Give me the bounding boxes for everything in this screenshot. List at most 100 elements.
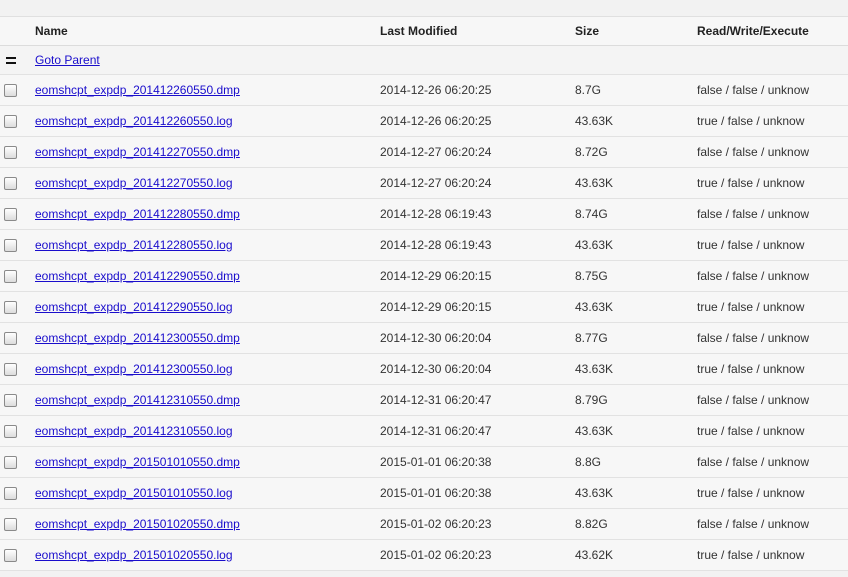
last-modified-cell: 2014-12-28 06:19:43 (380, 229, 575, 261)
row-checkbox[interactable] (4, 332, 17, 346)
permissions-cell: false / false / unknow (697, 508, 848, 540)
size-cell: 43.63K (575, 353, 697, 385)
size-cell: 8.79G (575, 384, 697, 416)
file-name-link[interactable]: eomshcpt_expdp_201501010550.dmp (35, 455, 240, 469)
last-modified-cell: 2014-12-31 06:20:47 (380, 384, 575, 416)
file-name-link[interactable]: eomshcpt_expdp_201412270550.dmp (35, 145, 240, 159)
row-select-cell (0, 353, 35, 385)
permissions-cell: true / false / unknow (697, 353, 848, 385)
file-name-cell: eomshcpt_expdp_201501010550.dmp (35, 446, 380, 478)
table-row: eomshcpt_expdp_201412300550.dmp 2014-12-3… (0, 322, 848, 354)
permissions-cell: false / false / unknow (697, 446, 848, 478)
table-row: eomshcpt_expdp_201501010550.dmp 2015-01-0… (0, 446, 848, 478)
size-cell: 43.62K (575, 539, 697, 571)
file-name-link[interactable]: eomshcpt_expdp_201412260550.dmp (35, 83, 240, 97)
header-name[interactable]: Name (35, 17, 380, 46)
file-name-link[interactable]: eomshcpt_expdp_201412300550.log (35, 362, 233, 376)
row-checkbox[interactable] (4, 177, 17, 191)
size-cell: 43.63K (575, 105, 697, 137)
permissions-cell: true / false / unknow (697, 105, 848, 137)
size-cell: 8.72G (575, 136, 697, 168)
table-row: eomshcpt_expdp_201501020550.dmp 2015-01-0… (0, 508, 848, 540)
table-row: eomshcpt_expdp_201412280550.dmp 2014-12-2… (0, 198, 848, 230)
table-row: eomshcpt_expdp_201412270550.log 2014-12-2… (0, 167, 848, 199)
permissions-cell: false / false / unknow (697, 136, 848, 168)
file-name-link[interactable]: eomshcpt_expdp_201501020550.dmp (35, 517, 240, 531)
file-name-link[interactable]: eomshcpt_expdp_201412280550.log (35, 238, 233, 252)
last-modified-cell: 2015-01-01 06:20:38 (380, 446, 575, 478)
file-name-link[interactable]: eomshcpt_expdp_201412280550.dmp (35, 207, 240, 221)
file-name-link[interactable]: eomshcpt_expdp_201501010550.log (35, 486, 233, 500)
file-name-link[interactable]: eomshcpt_expdp_201412310550.log (35, 424, 233, 438)
parent-icon-cell (0, 45, 35, 75)
table-row: eomshcpt_expdp_201501010550.log 2015-01-0… (0, 477, 848, 509)
row-select-cell (0, 260, 35, 292)
file-name-link[interactable]: eomshcpt_expdp_201412290550.dmp (35, 269, 240, 283)
goto-parent-link[interactable]: Goto Parent (35, 53, 100, 67)
header-rwx[interactable]: Read/Write/Execute (697, 17, 848, 46)
file-name-link[interactable]: eomshcpt_expdp_201412310550.dmp (35, 393, 240, 407)
row-checkbox[interactable] (4, 115, 17, 129)
row-checkbox[interactable] (4, 146, 17, 160)
permissions-cell: true / false / unknow (697, 291, 848, 323)
row-select-cell (0, 136, 35, 168)
file-name-cell: eomshcpt_expdp_201412300550.log (35, 353, 380, 385)
file-name-link[interactable]: eomshcpt_expdp_201412290550.log (35, 300, 233, 314)
row-select-cell (0, 539, 35, 571)
file-name-cell: eomshcpt_expdp_201412290550.log (35, 291, 380, 323)
file-name-link[interactable]: eomshcpt_expdp_201412260550.log (35, 114, 233, 128)
file-name-cell: eomshcpt_expdp_201412290550.dmp (35, 260, 380, 292)
file-name-cell: eomshcpt_expdp_201412270550.dmp (35, 136, 380, 168)
table-row: eomshcpt_expdp_201412310550.log 2014-12-3… (0, 415, 848, 447)
row-checkbox[interactable] (4, 84, 17, 98)
permissions-cell: true / false / unknow (697, 539, 848, 571)
row-checkbox[interactable] (4, 425, 17, 439)
permissions-cell: false / false / unknow (697, 260, 848, 292)
table-row: eomshcpt_expdp_201412260550.log 2014-12-2… (0, 105, 848, 137)
header-size[interactable]: Size (575, 17, 697, 46)
permissions-cell: true / false / unknow (697, 415, 848, 447)
row-checkbox[interactable] (4, 487, 17, 501)
last-modified-cell: 2014-12-26 06:20:25 (380, 74, 575, 106)
parent-directory-icon (6, 57, 16, 65)
size-cell: 8.77G (575, 322, 697, 354)
row-checkbox[interactable] (4, 270, 17, 284)
row-checkbox[interactable] (4, 208, 17, 222)
size-cell: 43.63K (575, 415, 697, 447)
file-name-cell: eomshcpt_expdp_201501020550.log (35, 539, 380, 571)
row-select-cell (0, 508, 35, 540)
last-modified-cell: 2014-12-26 06:20:25 (380, 105, 575, 137)
parent-link-cell: Goto Parent (35, 45, 380, 75)
permissions-cell: true / false / unknow (697, 229, 848, 261)
header-select (0, 17, 35, 46)
table-row: eomshcpt_expdp_201412260550.dmp 2014-12-2… (0, 74, 848, 106)
table-row: eomshcpt_expdp_201412300550.log 2014-12-3… (0, 353, 848, 385)
file-name-cell: eomshcpt_expdp_201412260550.dmp (35, 74, 380, 106)
size-cell: 8.75G (575, 260, 697, 292)
size-cell: 8.74G (575, 198, 697, 230)
row-select-cell (0, 291, 35, 323)
row-checkbox[interactable] (4, 549, 17, 563)
file-name-cell: eomshcpt_expdp_201501020550.dmp (35, 508, 380, 540)
file-name-cell: eomshcpt_expdp_201412300550.dmp (35, 322, 380, 354)
permissions-cell: true / false / unknow (697, 167, 848, 199)
row-checkbox[interactable] (4, 363, 17, 377)
size-cell: 43.63K (575, 291, 697, 323)
file-name-cell: eomshcpt_expdp_201501010550.log (35, 477, 380, 509)
file-name-cell: eomshcpt_expdp_201412310550.log (35, 415, 380, 447)
row-checkbox[interactable] (4, 301, 17, 315)
size-cell: 43.63K (575, 167, 697, 199)
row-checkbox[interactable] (4, 239, 17, 253)
row-checkbox[interactable] (4, 394, 17, 408)
file-name-link[interactable]: eomshcpt_expdp_201412300550.dmp (35, 331, 240, 345)
header-last-modified[interactable]: Last Modified (380, 17, 575, 46)
parent-row: Goto Parent (0, 45, 848, 75)
last-modified-cell: 2014-12-29 06:20:15 (380, 291, 575, 323)
row-checkbox[interactable] (4, 518, 17, 532)
file-name-link[interactable]: eomshcpt_expdp_201501020550.log (35, 548, 233, 562)
last-modified-cell: 2014-12-30 06:20:04 (380, 353, 575, 385)
file-name-link[interactable]: eomshcpt_expdp_201412270550.log (35, 176, 233, 190)
row-checkbox[interactable] (4, 456, 17, 470)
row-select-cell (0, 167, 35, 199)
size-cell: 43.63K (575, 477, 697, 509)
